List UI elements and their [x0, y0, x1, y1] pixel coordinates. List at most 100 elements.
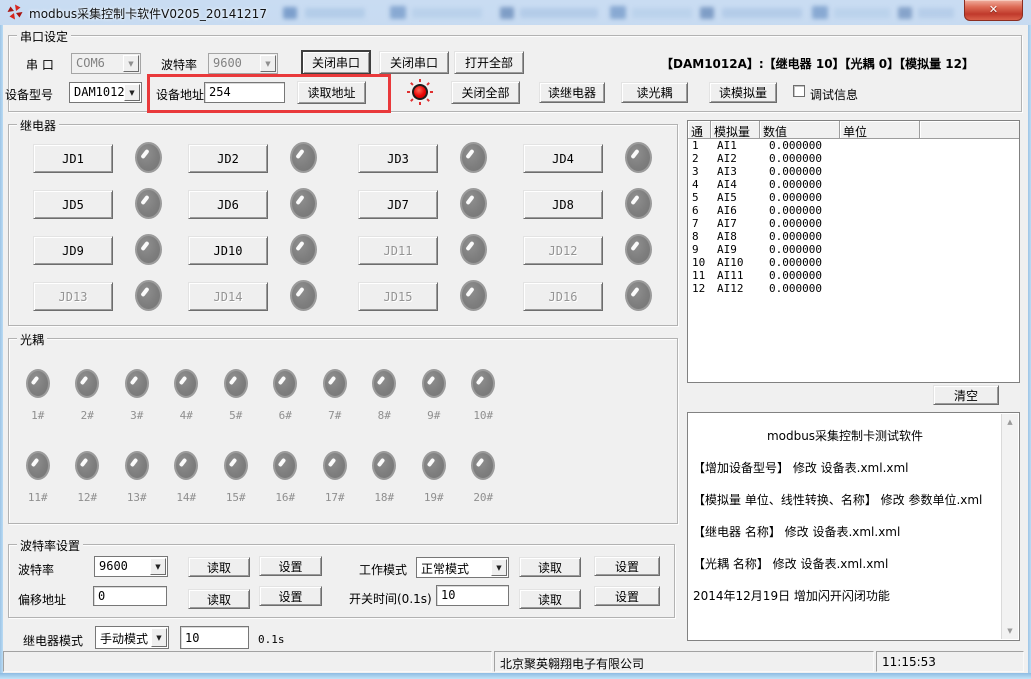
table-row[interactable]: 4 AI4 0.000000: [688, 178, 1019, 191]
relay-button[interactable]: JD16: [523, 282, 603, 311]
relay-indicator-lamp: [625, 142, 652, 173]
offset-address-input[interactable]: 0: [93, 586, 167, 606]
work-mode-set-button[interactable]: 设置: [594, 556, 660, 576]
work-mode-read-button[interactable]: 读取: [519, 557, 581, 577]
work-mode-combo[interactable]: 正常模式 ▼: [416, 557, 509, 578]
table-row[interactable]: 2 AI2 0.000000: [688, 152, 1019, 165]
relay-button[interactable]: JD12: [523, 236, 603, 265]
close-serial-button-2[interactable]: 关闭串口: [379, 51, 449, 74]
relay-button[interactable]: JD4: [523, 144, 603, 173]
relay-button[interactable]: JD3: [358, 144, 438, 173]
baud-read-button[interactable]: 读取: [188, 557, 250, 577]
chevron-down-icon[interactable]: ▼: [124, 84, 140, 101]
relay-indicator-lamp: [460, 188, 487, 219]
chevron-down-icon[interactable]: ▼: [150, 558, 166, 575]
table-row[interactable]: 5 AI5 0.000000: [688, 191, 1019, 204]
name-cell: AI7: [711, 217, 760, 230]
relay-mode-value: 手动模式: [100, 630, 148, 647]
relay-mode-combo[interactable]: 手动模式 ▼: [95, 626, 169, 649]
unit-cell: [840, 152, 920, 165]
relay-button[interactable]: JD11: [358, 236, 438, 265]
device-address-label: 设备地址: [156, 86, 204, 103]
relay-indicator-lamp: [135, 188, 162, 219]
relay-button[interactable]: JD6: [188, 190, 268, 219]
debug-checkbox[interactable]: [793, 85, 805, 97]
opto-indicator-lamp: [323, 369, 347, 398]
chevron-down-icon[interactable]: ▼: [491, 559, 507, 576]
clear-button[interactable]: 清空: [933, 385, 999, 405]
relay-mode-label: 继电器模式: [23, 632, 83, 649]
relay-button[interactable]: JD2: [188, 144, 268, 173]
scrollbar[interactable]: ▲ ▼: [1001, 414, 1018, 639]
opto-label: 5#: [229, 409, 242, 422]
table-header-cell[interactable]: [920, 121, 1019, 138]
relay-mode-time-input[interactable]: 10: [180, 626, 249, 649]
table-row[interactable]: 11 AI11 0.000000: [688, 269, 1019, 282]
open-all-button[interactable]: 打开全部: [454, 51, 524, 74]
table-row[interactable]: 8 AI8 0.000000: [688, 230, 1019, 243]
relay-button[interactable]: JD8: [523, 190, 603, 219]
close-serial-button-1[interactable]: 关闭串口: [301, 50, 371, 75]
read-relay-button[interactable]: 读继电器: [539, 82, 605, 103]
relay-button[interactable]: JD13: [33, 282, 113, 311]
switch-time-read-button[interactable]: 读取: [519, 589, 581, 609]
device-address-input[interactable]: 254: [204, 82, 285, 103]
read-opto-button[interactable]: 读光耦: [621, 82, 688, 103]
background-window-blob: [834, 8, 890, 18]
offset-set-button[interactable]: 设置: [259, 586, 322, 606]
table-row[interactable]: 9 AI9 0.000000: [688, 243, 1019, 256]
relay-button[interactable]: JD7: [358, 190, 438, 219]
offset-read-button[interactable]: 读取: [188, 589, 250, 609]
table-header-cell[interactable]: 单位: [840, 121, 920, 138]
baud-value: 9600: [213, 56, 242, 70]
opto-indicator-lamp: [323, 451, 347, 480]
close-button[interactable]: ✕: [964, 0, 1023, 21]
opto-label: 7#: [328, 409, 341, 422]
relay-button[interactable]: JD15: [358, 282, 438, 311]
table-row[interactable]: 1 AI1 0.000000: [688, 139, 1019, 152]
table-row[interactable]: 7 AI7 0.000000: [688, 217, 1019, 230]
switch-time-label: 开关时间(0.1s): [349, 590, 432, 607]
device-model-combo[interactable]: DAM1012A ▼: [69, 82, 142, 103]
switch-time-set-button[interactable]: 设置: [594, 586, 660, 606]
relay-button[interactable]: JD1: [33, 144, 113, 173]
opto-label: 8#: [378, 409, 391, 422]
relay-button[interactable]: JD14: [188, 282, 268, 311]
opto-label: 19#: [424, 491, 444, 504]
relay-cell: JD1: [33, 144, 188, 173]
close-icon: ✕: [989, 3, 998, 16]
opto-label: 4#: [180, 409, 193, 422]
table-row[interactable]: 12 AI12 0.000000: [688, 282, 1019, 295]
table-header-cell[interactable]: 模拟量: [711, 121, 760, 138]
changelog-line: 2014年12月19日 增加闪开闪闭功能: [693, 587, 1000, 604]
table-row[interactable]: 6 AI6 0.000000: [688, 204, 1019, 217]
relay-cell: JD3: [358, 144, 523, 173]
baud-set-button[interactable]: 设置: [259, 556, 322, 576]
scroll-down-icon[interactable]: ▼: [1002, 623, 1018, 639]
window-border-bottom: [0, 673, 1031, 679]
relay-button[interactable]: JD9: [33, 236, 113, 265]
close-all-button[interactable]: 关闭全部: [451, 81, 520, 104]
opto-cell: 5#: [211, 369, 261, 422]
chevron-down-icon[interactable]: ▼: [151, 628, 167, 647]
relay-button[interactable]: JD10: [188, 236, 268, 265]
opto-cell: 16#: [261, 451, 311, 504]
read-analog-button[interactable]: 读模拟量: [709, 82, 777, 103]
name-cell: AI5: [711, 191, 760, 204]
table-header-cell[interactable]: 通: [688, 121, 711, 138]
changelog-line: 【继电器 名称】 修改 设备表.xml.xml: [693, 523, 1000, 540]
opto-label: 16#: [275, 491, 295, 504]
opto-label: 10#: [473, 409, 493, 422]
switch-time-input[interactable]: 10: [436, 585, 509, 606]
scroll-up-icon[interactable]: ▲: [1002, 414, 1018, 430]
table-row[interactable]: 10 AI10 0.000000: [688, 256, 1019, 269]
relay-button[interactable]: JD5: [33, 190, 113, 219]
read-address-button[interactable]: 读取地址: [297, 81, 366, 104]
value-cell: 0.000000: [760, 139, 840, 152]
relay-cell: JD16: [523, 282, 669, 311]
opto-indicator-lamp: [174, 369, 198, 398]
table-row[interactable]: 3 AI3 0.000000: [688, 165, 1019, 178]
table-header-cell[interactable]: 数值: [760, 121, 840, 138]
baud-rate-combo[interactable]: 9600 ▼: [94, 556, 168, 577]
titlebar[interactable]: modbus采集控制卡软件V0205_20141217: [0, 0, 1031, 25]
